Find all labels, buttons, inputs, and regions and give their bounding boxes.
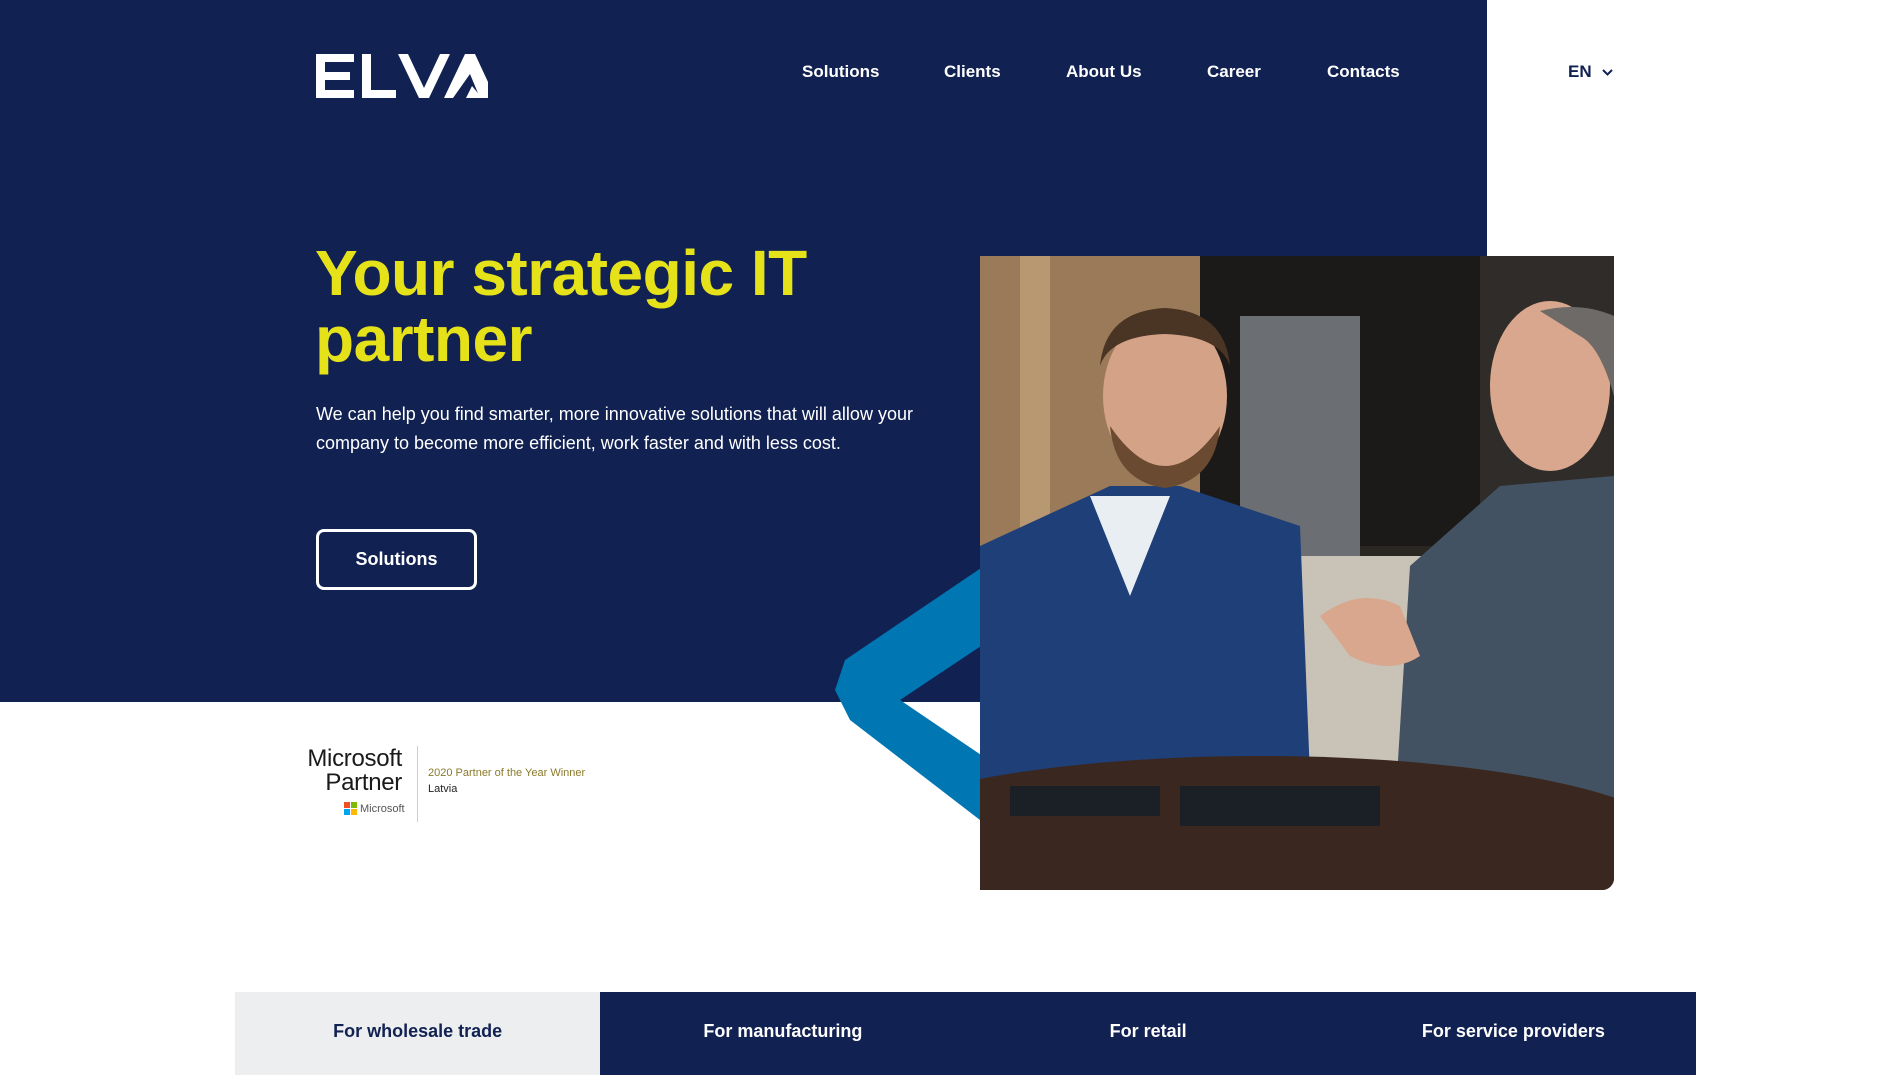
tab-wholesale-trade[interactable]: For wholesale trade: [235, 992, 601, 1075]
nav-career[interactable]: Career: [1207, 62, 1261, 82]
nav-solutions[interactable]: Solutions: [802, 62, 879, 82]
tab-manufacturing[interactable]: For manufacturing: [600, 992, 965, 1075]
microsoft-partner-badge: Microsoft Partner Microsoft 2020 Partner…: [307, 746, 616, 822]
nav-about-us[interactable]: About Us: [1066, 62, 1142, 82]
nav-clients[interactable]: Clients: [944, 62, 1001, 82]
nav-contacts[interactable]: Contacts: [1327, 62, 1400, 82]
language-label: EN: [1568, 62, 1592, 81]
ms-brand-small-text: Microsoft: [360, 802, 405, 815]
solutions-button[interactable]: Solutions: [316, 529, 477, 590]
hero-title: Your strategic IT partner: [315, 237, 807, 375]
hero-subtitle: We can help you find smarter, more innov…: [316, 404, 913, 453]
tab-retail[interactable]: For retail: [966, 992, 1331, 1075]
industry-tabs: For wholesale trade For manufacturing Fo…: [235, 992, 1696, 1075]
ms-badge-divider: [417, 746, 418, 822]
chevron-down-icon: [1601, 68, 1613, 76]
ms-brand-small: Microsoft: [344, 802, 405, 815]
language-selector[interactable]: EN: [1568, 62, 1613, 82]
ms-partner-line2: Partner: [325, 769, 402, 796]
ms-award-text: 2020 Partner of the Year Winner: [428, 767, 586, 779]
microsoft-logo-icon: [344, 802, 357, 815]
ms-award-country: Latvia: [428, 783, 458, 795]
tab-service-providers[interactable]: For service providers: [1331, 992, 1696, 1075]
elva-logo[interactable]: [316, 54, 488, 98]
hero-photo: [980, 256, 1614, 890]
